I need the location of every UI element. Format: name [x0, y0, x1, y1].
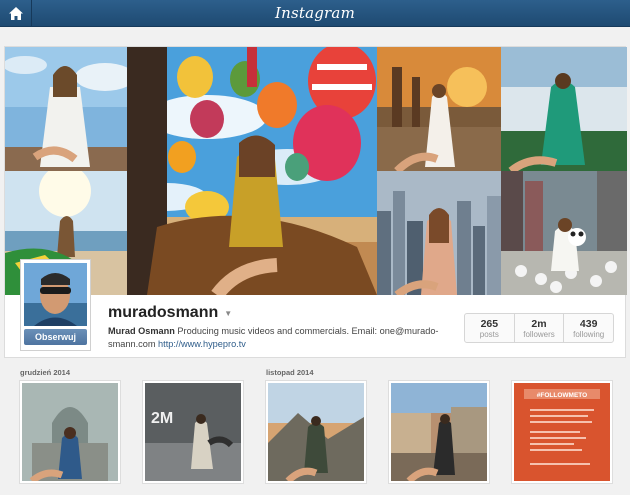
profile-stats: 265 posts 2m followers 439 following: [464, 313, 614, 343]
following-label: following: [573, 330, 605, 339]
avatar-container: Obserwuj: [20, 259, 91, 351]
month-label-november: listopad 2014: [266, 368, 314, 377]
post-thumbnail-oldtown[interactable]: [388, 380, 490, 484]
chevron-down-icon[interactable]: ▼: [224, 309, 232, 318]
profile-header-card: Obserwuj muradosmann ▼ Murad Osmann Prod…: [4, 46, 627, 358]
follow-button[interactable]: Obserwuj: [24, 329, 87, 345]
month-label-december: grudzień 2014: [20, 368, 71, 377]
username-row: muradosmann ▼: [108, 304, 232, 322]
top-navigation-bar: Instagram: [0, 0, 630, 27]
following-count: 439: [579, 318, 598, 330]
profile-bio: Murad Osmann Producing music videos and …: [108, 325, 453, 351]
thumb-text-2m: 2M: [151, 410, 173, 427]
following-stat[interactable]: 439 following: [564, 314, 613, 342]
thumb-hashtag: #FOLLOWMETO: [537, 392, 587, 399]
post-thumbnail-buddha[interactable]: [19, 380, 121, 484]
header-photo-pandas[interactable]: [501, 171, 627, 295]
posts-label: posts: [479, 330, 499, 339]
post-thumbnail-followmeto[interactable]: #FOLLOWMETO: [511, 380, 613, 484]
website-link[interactable]: http://www.hypepro.tv: [158, 339, 246, 349]
post-thumbnail-2m[interactable]: 2M: [142, 380, 244, 484]
app-logo-text: Instagram: [275, 4, 355, 22]
username: muradosmann: [108, 304, 219, 321]
posts-count: 265: [480, 318, 499, 330]
avatar[interactable]: [24, 263, 87, 326]
header-photo-city[interactable]: [377, 171, 501, 295]
header-photo-balloons[interactable]: [127, 47, 377, 295]
followers-stat[interactable]: 2m followers: [515, 314, 565, 342]
header-photo-ruins[interactable]: [377, 47, 501, 171]
full-name: Murad Osmann: [108, 326, 175, 336]
post-thumbnail-mountains[interactable]: [265, 380, 367, 484]
followers-count: 2m: [531, 318, 547, 330]
header-photo-rooftop[interactable]: [5, 47, 127, 171]
posts-stat[interactable]: 265 posts: [465, 314, 515, 342]
followers-label: followers: [523, 330, 555, 339]
header-photo-waterfall[interactable]: [501, 47, 627, 171]
